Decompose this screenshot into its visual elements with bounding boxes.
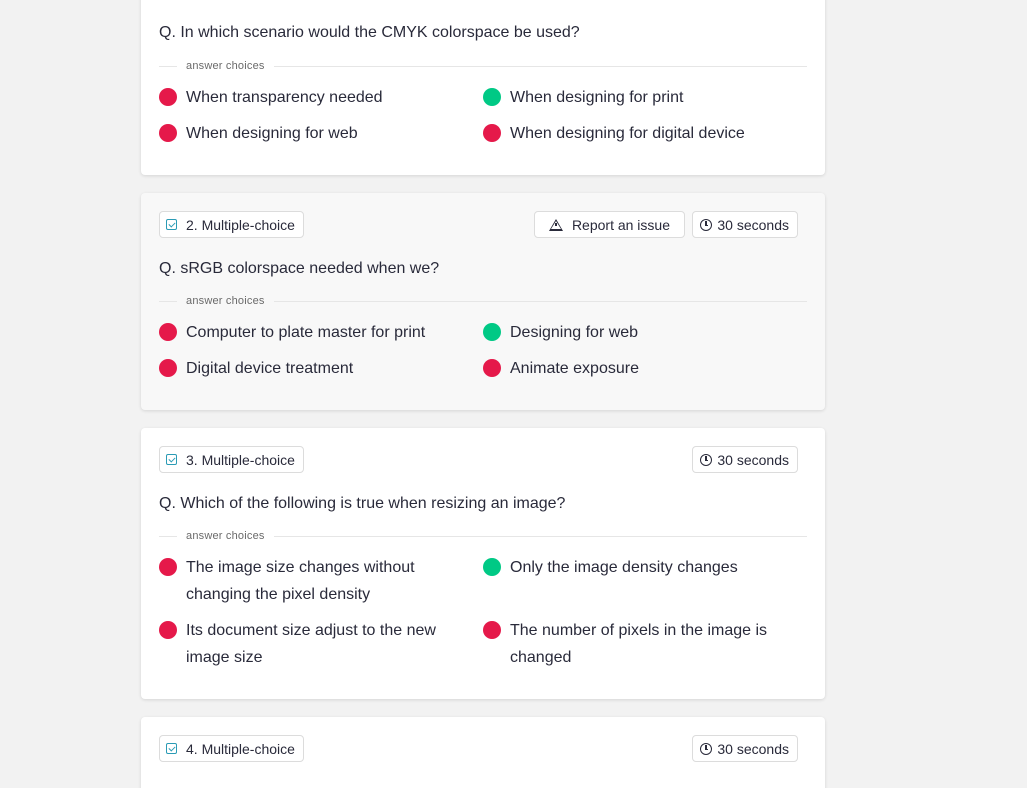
answer-option-text: When designing for web — [186, 125, 358, 142]
correct-indicator-icon — [483, 323, 501, 341]
answer-option-text: Computer to plate master for print — [186, 324, 426, 341]
question-card-2: 2. Multiple-choice Report an issue 30 se… — [141, 193, 825, 410]
report-issue-label: Report an issue — [571, 216, 670, 233]
answer-option-text: Animate exposure — [510, 360, 639, 377]
answer-option: Designing for web — [483, 319, 806, 346]
answer-option: Computer to plate master for print — [159, 319, 482, 346]
answer-option: When designing for print — [483, 84, 806, 111]
question-text: Q. Which of the following is true when r… — [159, 495, 566, 512]
card-header: 3. Multiple-choice 30 seconds — [159, 446, 798, 473]
answer-choices-label: answer choices — [177, 529, 274, 543]
incorrect-indicator-icon — [159, 124, 177, 142]
clock-icon — [700, 218, 713, 231]
answer-option-text: When designing for digital device — [510, 125, 745, 142]
card-header: 4. Multiple-choice 30 seconds — [159, 735, 798, 762]
answer-option: Digital device treatment — [159, 355, 482, 382]
answer-option-text: When transparency needed — [186, 89, 383, 106]
incorrect-indicator-icon — [159, 88, 177, 106]
incorrect-indicator-icon — [159, 359, 177, 377]
answer-option-text: When designing for print — [510, 89, 684, 106]
answer-choices-divider: answer choices — [159, 529, 807, 543]
checkbox-icon — [166, 454, 177, 465]
question-card-1: Q. In which scenario would the CMYK colo… — [141, 0, 825, 175]
question-text: Q. In which scenario would the CMYK colo… — [159, 24, 580, 41]
time-badge: 30 seconds — [692, 446, 798, 473]
question-card-4: 4. Multiple-choice 30 seconds — [141, 717, 825, 788]
report-issue-button[interactable]: Report an issue — [533, 211, 685, 238]
answer-option: When designing for web — [159, 120, 482, 147]
answer-option: When designing for digital device — [483, 120, 806, 147]
checkbox-icon — [166, 743, 177, 754]
clock-icon — [700, 453, 713, 466]
answer-choices-label: answer choices — [177, 59, 274, 73]
answer-option-text: The number of pixels in the image is cha… — [510, 622, 768, 666]
answer-option: Animate exposure — [483, 355, 806, 382]
question-card-3: 3. Multiple-choice 30 seconds Q. Which o… — [141, 428, 825, 699]
answer-choices-divider: answer choices — [159, 294, 807, 308]
answer-choices-label: answer choices — [177, 294, 274, 308]
time-badge: 30 seconds — [692, 211, 798, 238]
incorrect-indicator-icon — [483, 621, 501, 639]
answer-choices-divider: answer choices — [159, 59, 807, 73]
answer-option: The number of pixels in the image is cha… — [483, 617, 806, 671]
question-type-badge: 2. Multiple-choice — [159, 211, 304, 238]
answer-option-text: Designing for web — [510, 324, 639, 341]
correct-indicator-icon — [483, 88, 501, 106]
warning-icon — [548, 218, 563, 231]
answer-option-text: The image size changes without changing … — [186, 559, 415, 603]
question-type-label: 2. Multiple-choice — [186, 216, 295, 233]
answer-option: When transparency needed — [159, 84, 482, 111]
incorrect-indicator-icon — [159, 558, 177, 576]
card-header: 2. Multiple-choice Report an issue 30 se… — [159, 211, 798, 238]
checkbox-icon — [166, 219, 177, 230]
time-label: 30 seconds — [717, 216, 789, 233]
question-text: Q. sRGB colorspace needed when we? — [159, 260, 440, 277]
answer-option: Only the image density changes — [483, 554, 806, 581]
question-type-badge: 4. Multiple-choice — [159, 735, 304, 762]
question-type-label: 4. Multiple-choice — [186, 740, 295, 757]
answer-option: The image size changes without changing … — [159, 554, 482, 608]
answer-option-text: Its document size adjust to the new imag… — [186, 622, 436, 666]
clock-icon — [700, 742, 713, 755]
time-label: 30 seconds — [717, 740, 789, 757]
question-type-badge: 3. Multiple-choice — [159, 446, 304, 473]
question-type-label: 3. Multiple-choice — [186, 451, 295, 468]
incorrect-indicator-icon — [483, 359, 501, 377]
time-label: 30 seconds — [717, 451, 789, 468]
answer-option-text: Only the image density changes — [510, 559, 738, 576]
incorrect-indicator-icon — [483, 124, 501, 142]
time-badge: 30 seconds — [692, 735, 798, 762]
incorrect-indicator-icon — [159, 621, 177, 639]
answer-option: Its document size adjust to the new imag… — [159, 617, 482, 671]
incorrect-indicator-icon — [159, 323, 177, 341]
correct-indicator-icon — [483, 558, 501, 576]
answer-option-text: Digital device treatment — [186, 360, 354, 377]
